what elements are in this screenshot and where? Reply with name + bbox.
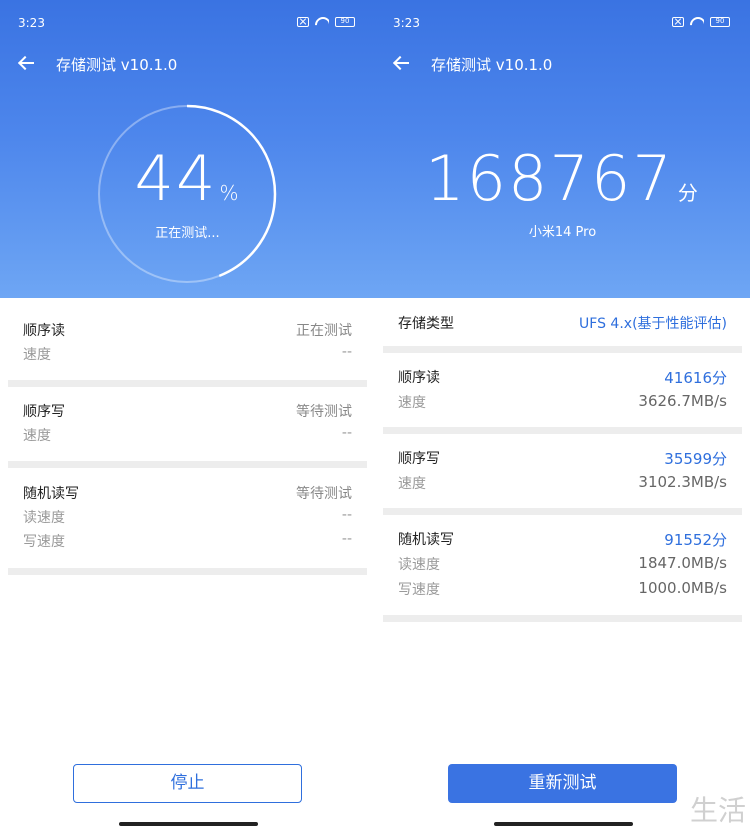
status-icons: 90 (297, 17, 355, 27)
read-speed-value: 1847.0MB/s (638, 554, 727, 572)
read-speed-label: 读速度 (23, 510, 65, 526)
divider (383, 615, 742, 622)
storage-type-value: UFS 4.x(基于性能评估) (579, 316, 727, 332)
divider (383, 508, 742, 515)
home-indicator[interactable] (119, 822, 258, 826)
results-screen: 3:23 90 存储测试 v10.1.0 168767 分 小米14 Pro 存储… (375, 0, 750, 833)
section-random-rw: 随机读写 等待测试 读速度 -- 写速度 -- (8, 468, 367, 568)
watermark-logo: 生活 (689, 794, 746, 827)
progress-percent: 44% (0, 142, 375, 215)
battery-icon: 90 (335, 17, 355, 27)
storage-type-row: 存储类型 UFS 4.x(基于性能评估) (383, 298, 742, 346)
section-state: 等待测试 (296, 404, 352, 420)
section-state: 等待测试 (296, 486, 352, 502)
back-arrow-icon[interactable] (16, 52, 38, 74)
read-speed-value: -- (341, 507, 352, 523)
back-arrow-icon[interactable] (391, 52, 413, 74)
divider (383, 346, 742, 353)
write-speed-label: 写速度 (23, 534, 65, 550)
home-indicator[interactable] (494, 822, 633, 826)
speed-label: 速度 (398, 395, 426, 411)
section-seq-read: 顺序读 正在测试 速度 -- (8, 304, 367, 380)
section-title: 顺序写 (398, 451, 440, 467)
section-seq-write: 顺序写 等待测试 速度 -- (8, 387, 367, 461)
divider (8, 380, 367, 387)
retest-button[interactable]: 重新测试 (448, 764, 677, 803)
header-hero: 3:23 90 存储测试 v10.1.0 168767 分 小米14 Pro (375, 0, 750, 298)
section-title: 随机读写 (23, 486, 79, 502)
wifi-icon (315, 17, 329, 27)
status-time: 3:23 (393, 16, 420, 30)
page-title: 存储测试 v10.1.0 (56, 56, 178, 74)
speed-label: 速度 (398, 476, 426, 492)
divider (8, 461, 367, 468)
speed-value: -- (341, 344, 352, 360)
section-random-rw: 随机读写 91552分 读速度 1847.0MB/s 写速度 1000.0MB/… (383, 515, 742, 615)
header-hero: 3:23 90 存储测试 v10.1.0 44% 正在测试... (0, 0, 375, 298)
section-title: 顺序写 (23, 404, 65, 420)
divider (383, 427, 742, 434)
device-name: 小米14 Pro (528, 225, 597, 240)
read-speed-label: 读速度 (398, 557, 440, 573)
progress-status: 正在测试... (155, 226, 220, 241)
storage-type-label: 存储类型 (398, 316, 454, 332)
no-sim-icon (297, 17, 309, 27)
section-score: 35599分 (664, 450, 727, 468)
speed-value: 3626.7MB/s (638, 392, 727, 410)
divider (8, 568, 367, 575)
score-unit: 分 (677, 181, 700, 205)
section-title: 顺序读 (23, 323, 65, 339)
total-score: 168767 分 (375, 142, 750, 215)
section-state: 正在测试 (296, 323, 352, 339)
speed-label: 速度 (23, 347, 51, 363)
speed-label: 速度 (23, 428, 51, 444)
progress-unit: % (219, 181, 241, 205)
write-speed-label: 写速度 (398, 582, 440, 598)
battery-icon: 90 (710, 17, 730, 27)
section-seq-write: 顺序写 35599分 速度 3102.3MB/s (383, 434, 742, 508)
wifi-icon (690, 17, 704, 27)
section-score: 91552分 (664, 531, 727, 549)
speed-value: 3102.3MB/s (638, 473, 727, 491)
testing-screen: 3:23 90 存储测试 v10.1.0 44% 正在测试... 顺序读 正在测… (0, 0, 375, 833)
section-score: 41616分 (664, 369, 727, 387)
score-number: 168767 (425, 142, 674, 215)
page-title: 存储测试 v10.1.0 (431, 56, 553, 74)
status-time: 3:23 (18, 16, 45, 30)
section-seq-read: 顺序读 41616分 速度 3626.7MB/s (383, 353, 742, 427)
section-title: 顺序读 (398, 370, 440, 386)
speed-value: -- (341, 425, 352, 441)
no-sim-icon (672, 17, 684, 27)
stop-button[interactable]: 停止 (73, 764, 302, 803)
write-speed-value: -- (341, 531, 352, 547)
status-icons: 90 (672, 17, 730, 27)
section-title: 随机读写 (398, 532, 454, 548)
progress-number: 44 (134, 142, 218, 215)
write-speed-value: 1000.0MB/s (638, 579, 727, 597)
